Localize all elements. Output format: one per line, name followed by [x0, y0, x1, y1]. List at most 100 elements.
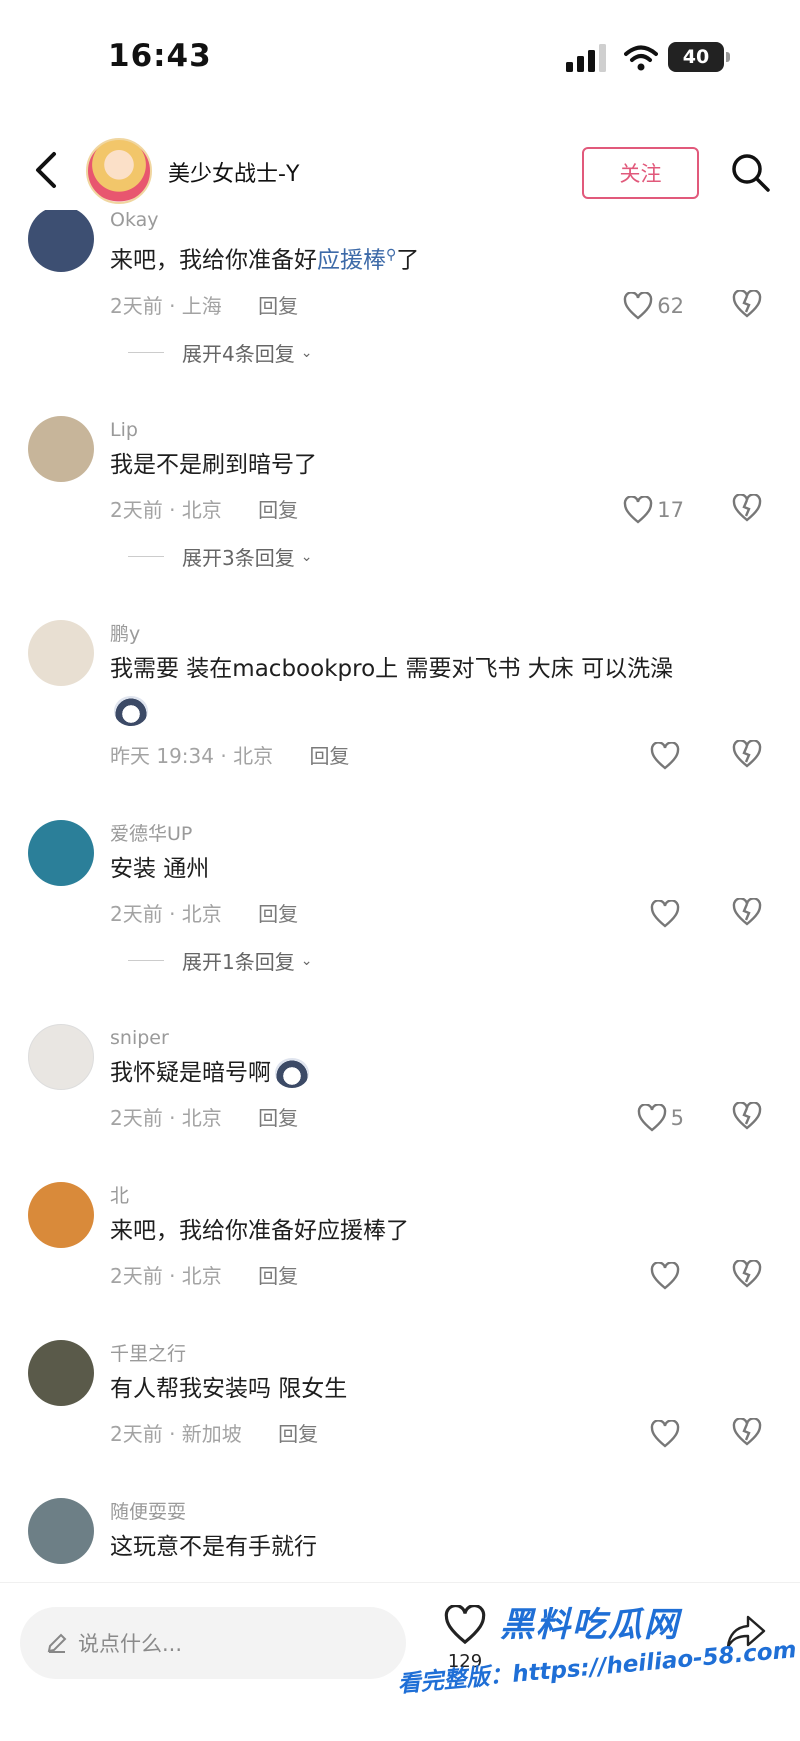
sticker-emoji-icon — [114, 696, 148, 727]
comment-avatar[interactable] — [28, 619, 94, 686]
reply-button[interactable]: 回复 — [258, 294, 298, 318]
pencil-icon — [47, 1633, 67, 1653]
heart-icon — [444, 1604, 486, 1645]
follow-button[interactable]: 关注 — [582, 147, 699, 199]
expand-replies[interactable]: 展开3条回复 ⌄ — [110, 534, 780, 580]
comment-time: 2天前 · 新加坡 — [110, 1421, 242, 1446]
wifi-icon — [624, 45, 658, 71]
comment-meta: 昨天 19:34 · 北京 回复 — [110, 732, 780, 780]
expand-label: 展开4条回复 — [182, 342, 295, 367]
like-count: 62 — [657, 293, 684, 318]
divider — [128, 960, 164, 962]
header: 美少女战士-Y 关注 — [0, 124, 800, 220]
like-count: 5 — [670, 1105, 684, 1130]
comment-text: 我需要 装在macbookpro上 需要对飞书 大床 可以洗澡 — [110, 648, 780, 732]
comment-avatar[interactable] — [28, 210, 94, 272]
comment-avatar[interactable] — [28, 415, 94, 482]
like-button[interactable] — [650, 1252, 684, 1300]
expand-replies[interactable]: 展开1条回复 ⌄ — [110, 938, 780, 984]
comment-item: 北 来吧，我给你准备好应援棒了 2天前 · 北京 回复 — [0, 1181, 800, 1300]
search-icon[interactable]: ⚲ — [386, 247, 396, 263]
comment-username[interactable]: sniper — [110, 1024, 780, 1052]
comment-time: 2天前 · 北京 — [110, 1105, 222, 1130]
back-arrow-icon[interactable] — [26, 146, 66, 194]
comment-text-part: 我怀疑是暗号啊 — [110, 1059, 271, 1086]
comment-item: Lip 我是不是刷到暗号了 2天前 · 北京 回复 17 展开3条回复 ⌄ — [0, 415, 800, 580]
comment-item: 千里之行 有人帮我安装吗 限女生 2天前 · 新加坡 回复 — [0, 1339, 800, 1458]
comment-meta: 2天前 · 新加坡 回复 — [110, 1410, 780, 1458]
comment-input-placeholder: 说点什么... — [78, 1632, 183, 1656]
comment-item: Okay 来吧，我给你准备好应援棒⚲了 2天前 · 上海 回复 62 展开4条回… — [0, 210, 800, 376]
reply-button[interactable]: 回复 — [258, 902, 298, 926]
comment-list: Okay 来吧，我给你准备好应援棒⚲了 2天前 · 上海 回复 62 展开4条回… — [0, 210, 800, 1582]
like-button[interactable] — [650, 732, 684, 780]
like-button[interactable]: 5 — [637, 1094, 684, 1142]
reply-button[interactable]: 回复 — [278, 1422, 318, 1446]
heart-icon — [624, 291, 653, 320]
like-button[interactable] — [650, 1410, 684, 1458]
dislike-heart-icon[interactable] — [732, 1417, 762, 1446]
comment-input[interactable]: 说点什么... — [20, 1607, 406, 1679]
reply-button[interactable]: 回复 — [258, 1106, 298, 1130]
reply-button[interactable]: 回复 — [309, 744, 349, 768]
comment-meta: 2天前 · 上海 回复 62 — [110, 282, 780, 330]
comment-avatar[interactable] — [28, 1497, 94, 1564]
avatar[interactable] — [86, 138, 152, 204]
comment-meta: 2天前 · 北京 回复 — [110, 890, 780, 938]
heart-icon — [650, 1261, 680, 1290]
comment-avatar[interactable] — [28, 819, 94, 886]
comment-text: 这玩意不是有手就行 — [110, 1533, 317, 1560]
comment-text-part: 来吧，我给你准备好 — [110, 247, 317, 274]
comment-text-part: 了 — [396, 247, 420, 274]
comment-text: 我怀疑是暗号啊 — [110, 1052, 780, 1094]
dislike-heart-icon[interactable] — [732, 897, 762, 926]
comment-username[interactable]: Okay — [110, 210, 780, 234]
comment-username[interactable]: Lip — [110, 416, 780, 444]
reply-button[interactable]: 回复 — [258, 498, 298, 522]
comment-avatar[interactable] — [28, 1339, 94, 1406]
like-button[interactable]: 17 — [623, 486, 684, 534]
comment-time: 昨天 19:34 · 北京 — [110, 743, 274, 768]
comment-time: 2天前 · 北京 — [110, 901, 222, 926]
cellular-signal-icon — [566, 44, 606, 72]
chevron-down-icon: ⌄ — [300, 952, 313, 969]
page-title[interactable]: 美少女战士-Y — [168, 156, 299, 188]
bottom-bar: 说点什么... 129 黑料吃瓜网 看完整版：https://heiliao-5… — [0, 1582, 800, 1741]
dislike-heart-icon[interactable] — [732, 1101, 762, 1130]
comment-meta: 2天前 · 北京 回复 5 — [110, 1094, 780, 1142]
comment-text: 来吧，我给你准备好应援棒⚲了 — [110, 234, 780, 282]
dislike-heart-icon[interactable] — [732, 493, 762, 522]
comment-time: 2天前 · 上海 — [110, 293, 222, 318]
like-count: 17 — [657, 497, 684, 522]
heart-icon — [637, 1103, 666, 1132]
expand-replies[interactable]: 展开4条回复 ⌄ — [110, 330, 780, 376]
comment-avatar[interactable] — [28, 1023, 94, 1090]
search-icon[interactable] — [728, 150, 772, 194]
like-button[interactable]: 62 — [623, 282, 684, 330]
dislike-heart-icon[interactable] — [732, 289, 762, 318]
expand-label: 展开1条回复 — [182, 950, 295, 975]
comment-username[interactable]: 随便耍耍 — [110, 1498, 780, 1526]
divider — [128, 352, 164, 354]
chevron-down-icon: ⌄ — [300, 344, 313, 361]
comment-avatar[interactable] — [28, 1181, 94, 1248]
comment-text-part: 我需要 装在macbookpro上 需要对飞书 大床 可以洗澡 — [110, 655, 674, 682]
like-button[interactable] — [650, 890, 684, 938]
heart-icon — [650, 741, 680, 770]
comment-text: 我是不是刷到暗号了 — [110, 451, 317, 478]
comment-username[interactable]: 爱德华UP — [110, 820, 780, 848]
comment-username[interactable]: 千里之行 — [110, 1340, 780, 1368]
comment-username[interactable]: 鹏y — [110, 620, 780, 648]
comment-item: 鹏y 我需要 装在macbookpro上 需要对飞书 大床 可以洗澡 昨天 19… — [0, 619, 800, 780]
reply-button[interactable]: 回复 — [258, 1264, 298, 1288]
watermark-logo: 黑料吃瓜网 — [500, 1605, 680, 1645]
dislike-heart-icon[interactable] — [732, 739, 762, 768]
comment-item: 爱德华UP 安装 通州 2天前 · 北京 回复 展开1条回复 ⌄ — [0, 819, 800, 984]
sticker-emoji-icon — [275, 1058, 309, 1089]
comment-text: 来吧，我给你准备好应援棒了 — [110, 1217, 409, 1244]
keyword-link[interactable]: 应援棒 — [317, 248, 386, 274]
dislike-heart-icon[interactable] — [732, 1259, 762, 1288]
comment-item: 随便耍耍 这玩意不是有手就行 — [0, 1497, 800, 1568]
status-time: 16:43 — [108, 38, 212, 74]
comment-username[interactable]: 北 — [110, 1182, 780, 1210]
